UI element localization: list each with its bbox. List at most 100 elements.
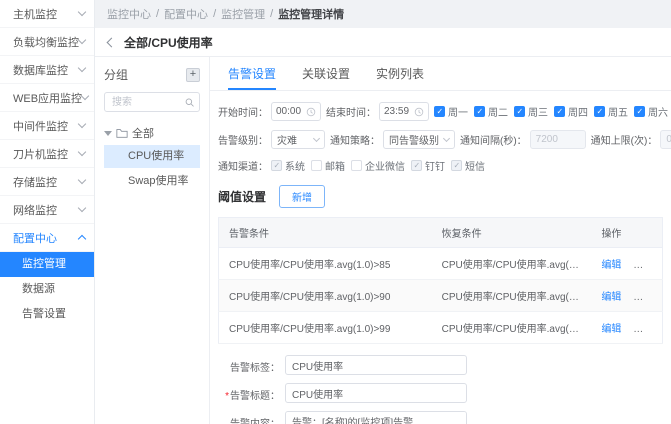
notify-interval-input: 7200 <box>529 130 586 149</box>
breadcrumb-separator: / <box>213 8 217 20</box>
sidebar-item-middleware-monitoring[interactable]: 中间件监控 <box>0 112 94 140</box>
edit-link[interactable]: 编辑 <box>601 292 621 303</box>
channel-checkbox-email[interactable]: 邮箱 <box>311 158 345 173</box>
sidebar-item-blade-server-monitoring[interactable]: 刀片机监控 <box>0 140 94 168</box>
sidebar-item-web-app-monitoring[interactable]: WEB应用监控 <box>0 84 94 112</box>
checkbox-checked-icon <box>514 106 525 117</box>
recovery-cell: CPU使用率/CPU使用率.avg(1.0)<=90 <box>431 279 592 312</box>
table-row: CPU使用率/CPU使用率.avg(1.0)>99 CPU使用率/CPU使用率.… <box>218 311 663 344</box>
edit-link[interactable]: 编辑 <box>601 260 621 271</box>
condition-cell: CPU使用率/CPU使用率.avg(1.0)>85 <box>218 247 432 280</box>
table-row: CPU使用率/CPU使用率.avg(1.0)>85 CPU使用率/CPU使用率.… <box>218 247 663 280</box>
tab-relation-settings[interactable]: 关联设置 <box>302 57 350 90</box>
sidebar-subitem-alert-settings[interactable]: 告警设置 <box>0 302 94 327</box>
tree-root-label: 全部 <box>132 128 154 140</box>
start-time-value: 00:00 <box>276 106 302 117</box>
checkbox-checked-icon <box>434 106 445 117</box>
breadcrumb-current: 监控管理详情 <box>278 9 345 21</box>
sidebar-item-label: WEB应用监控 <box>13 92 83 105</box>
breadcrumb-item[interactable]: 监控中心 <box>107 6 151 22</box>
search-icon <box>185 98 194 107</box>
end-time-input[interactable]: 23:59 <box>379 102 429 121</box>
weekday-checkbox-fri[interactable]: 周五 <box>594 104 628 119</box>
weekday-label: 周六 <box>648 108 668 119</box>
breadcrumb-item[interactable]: 监控管理 <box>221 6 265 22</box>
sidebar-item-host-monitoring[interactable]: 主机监控 <box>0 0 94 28</box>
breadcrumb: 监控中心 / 配置中心 / 监控管理 / 监控管理详情 <box>95 0 671 28</box>
chevron-down-icon <box>77 147 87 157</box>
weekday-checkbox-mon[interactable]: 周一 <box>434 104 468 119</box>
sidebar-subitem-data-source[interactable]: 数据源 <box>0 277 94 302</box>
alert-content-label: 告警内容： <box>218 411 280 424</box>
start-time-label: 开始时间： <box>218 108 268 119</box>
end-time-label: 结束时间： <box>326 108 376 119</box>
group-tree: 全部 CPU使用率 Swap使用率 <box>104 123 200 193</box>
sidebar-item-config-center[interactable]: 配置中心 <box>0 224 94 252</box>
alert-content-form: 告警标签： *告警标题： 告警内容： 告警：[名称]的[监控项]告警 当前值: … <box>210 344 671 424</box>
clock-icon <box>414 107 424 116</box>
weekday-label: 周一 <box>448 108 468 119</box>
end-time-value: 23:59 <box>384 106 410 117</box>
sidebar-item-label: 负载均衡监控 <box>13 36 79 49</box>
notify-strategy-select[interactable]: 同告警级别 <box>383 130 455 149</box>
delete-link[interactable]: 删除 <box>633 260 653 271</box>
sidebar-item-label: 网络监控 <box>13 204 57 217</box>
alert-level-value: 灾难 <box>277 136 297 147</box>
breadcrumb-item[interactable]: 配置中心 <box>164 6 208 22</box>
breadcrumb-separator: / <box>156 8 160 20</box>
add-threshold-button[interactable]: 新增 <box>279 185 326 208</box>
sidebar-subitem-monitor-management[interactable]: 监控管理 <box>0 252 94 277</box>
chevron-down-icon <box>77 7 87 17</box>
delete-link[interactable]: 删除 <box>633 292 653 303</box>
group-search-input[interactable] <box>110 95 182 109</box>
channel-label: 邮箱 <box>325 162 345 173</box>
tab-instance-list[interactable]: 实例列表 <box>376 57 424 90</box>
chevron-down-icon <box>312 134 321 143</box>
weekday-checkbox-sat[interactable]: 周六 <box>634 104 668 119</box>
app-root: 主机监控 负载均衡监控 数据库监控 WEB应用监控 中间件监控 刀片机监控 存储… <box>0 0 671 424</box>
channel-label: 钉钉 <box>425 162 445 173</box>
sidebar-item-label: 刀片机监控 <box>13 148 68 161</box>
sidebar-item-storage-monitoring[interactable]: 存储监控 <box>0 168 94 196</box>
chevron-down-icon <box>442 134 451 143</box>
weekday-checkbox-tue[interactable]: 周二 <box>474 104 508 119</box>
tree-root-all[interactable]: 全部 <box>104 123 200 143</box>
alert-content-textarea[interactable]: 告警：[名称]的[监控项]告警 当前值: [当前值] 表达式: [表达式] 告警… <box>285 411 467 424</box>
sidebar-item-network-monitoring[interactable]: 网络监控 <box>0 196 94 224</box>
notify-limit-label: 通知上限(次)： <box>590 136 658 147</box>
alert-tag-input[interactable] <box>285 355 467 375</box>
group-panel: 分组 + 全部 <box>95 57 210 424</box>
add-group-button[interactable]: + <box>186 67 200 82</box>
checkbox-disabled-checked-icon <box>271 160 282 171</box>
sidebar-item-loadbalancer-monitoring[interactable]: 负载均衡监控 <box>0 28 94 56</box>
alert-title-input[interactable] <box>285 383 467 403</box>
back-icon[interactable] <box>106 37 117 47</box>
alert-level-select[interactable]: 灾难 <box>271 130 325 149</box>
start-time-input[interactable]: 00:00 <box>271 102 321 121</box>
tab-alert-settings[interactable]: 告警设置 <box>228 57 277 90</box>
condition-cell: CPU使用率/CPU使用率.avg(1.0)>90 <box>218 279 432 312</box>
weekday-checkbox-thu[interactable]: 周四 <box>554 104 588 119</box>
tree-node-cpu-usage[interactable]: CPU使用率 <box>104 145 200 168</box>
ops-cell: 编辑 删除 <box>591 247 663 280</box>
notify-strategy-value: 同告警级别 <box>389 136 439 147</box>
channel-checkbox-wecom[interactable]: 企业微信 <box>351 158 405 173</box>
sidebar-item-database-monitoring[interactable]: 数据库监控 <box>0 56 94 84</box>
form-row-notify: 告警级别： 灾难 通知策略： 同告警级别 通知间隔(秒)： 7200 通知上限(… <box>218 130 671 149</box>
alert-tag-label: 告警标签： <box>230 363 280 374</box>
weekday-checkbox-wed[interactable]: 周三 <box>514 104 548 119</box>
form-row-time: 开始时间： 00:00 结束时间： 23:59 ✓ 周一 ✓ 周二 ✓ 周三 ✓… <box>218 102 668 121</box>
column-header-recovery: 恢复条件 <box>431 217 592 248</box>
checkbox-disabled-checked-icon <box>411 160 422 171</box>
tree-node-swap-usage[interactable]: Swap使用率 <box>104 170 200 193</box>
required-mark: * <box>225 391 229 402</box>
form-row-channels: 通知渠道： 系统 邮箱 企业微信 <box>218 158 668 173</box>
delete-link[interactable]: 删除 <box>633 324 653 335</box>
edit-link[interactable]: 编辑 <box>601 324 621 335</box>
ops-cell: 编辑 删除 <box>591 311 663 344</box>
channel-checkbox-sms: 短信 <box>451 158 485 173</box>
notify-channel-label: 通知渠道： <box>218 162 268 173</box>
threshold-section-header: 阈值设置 新增 <box>210 182 671 208</box>
checkbox-unchecked-icon <box>351 160 362 171</box>
form-row-alert-content: 告警内容： 告警：[名称]的[监控项]告警 当前值: [当前值] 表达式: [表… <box>218 411 671 424</box>
